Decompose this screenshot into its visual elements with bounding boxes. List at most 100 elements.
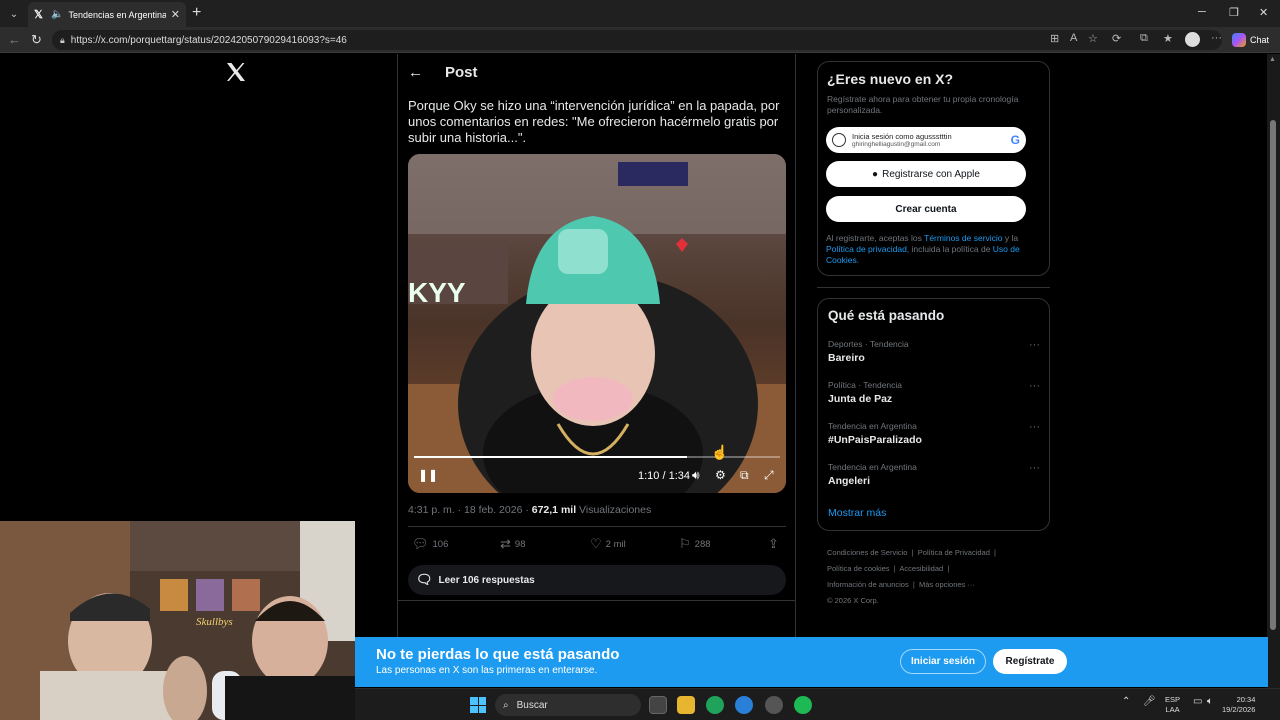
windows-start-icon[interactable] xyxy=(470,697,486,713)
windows-taskbar: ⌕ Buscar ⌃ 🎤︎ ESP LAA ▭ 🔈︎ 20:34 19/2/20… xyxy=(355,688,1280,720)
tray-chevron-icon[interactable]: ⌃ xyxy=(1122,696,1130,707)
scrollbar-thumb[interactable] xyxy=(1270,120,1276,630)
app-icon[interactable]: ⊞ xyxy=(1050,32,1059,45)
back-icon[interactable]: ← xyxy=(8,32,21,47)
more-menu-icon[interactable]: ··· xyxy=(1211,32,1222,44)
browser-tab[interactable]: 𝕏 🔈 Tendencias en Argentina en X ✕ xyxy=(28,2,186,27)
footer-terms-link[interactable]: Condiciones de Servicio xyxy=(827,548,907,557)
repost-icon: ⇄ xyxy=(500,536,511,551)
volume-tray-icon[interactable]: 🔈︎ xyxy=(1207,696,1213,707)
extensions-icon[interactable]: ⧉ xyxy=(1140,32,1148,45)
new-tab-icon[interactable]: + xyxy=(192,4,201,22)
tab-close-icon[interactable]: ✕ xyxy=(171,8,180,21)
signup-button[interactable]: Regístrate xyxy=(993,649,1067,674)
show-more-link[interactable]: Mostrar más xyxy=(828,507,886,519)
back-arrow-icon[interactable]: ← xyxy=(408,64,423,81)
lang-top: ESP xyxy=(1165,695,1181,704)
trend-item[interactable]: Deportes · Tendencia Bareiro ··· xyxy=(828,339,1040,364)
edge-icon[interactable] xyxy=(706,696,724,714)
read-aloud-icon[interactable]: A xyxy=(1070,32,1077,44)
google-signin-button[interactable]: Inicia sesión como agussstttin ghiringhe… xyxy=(826,127,1026,153)
reply-button[interactable]: 💬︎ 106 xyxy=(412,536,448,552)
login-button[interactable]: Iniciar sesión xyxy=(900,649,986,674)
taskbar-search-label: Buscar xyxy=(516,699,548,711)
language-indicator[interactable]: ESP LAA xyxy=(1165,695,1180,715)
footer-accessibility-link[interactable]: Accesibilidad xyxy=(899,564,943,573)
clock[interactable]: 20:34 19/2/2026 xyxy=(1222,695,1255,715)
edge-active-icon[interactable] xyxy=(735,696,753,714)
terms-link[interactable]: Términos de servicio xyxy=(924,233,1002,243)
fullscreen-icon[interactable]: ⤢ xyxy=(764,468,774,483)
footer-ads-link[interactable]: Información de anuncios xyxy=(827,580,909,589)
more-options-icon[interactable]: ··· xyxy=(1029,462,1040,474)
divider xyxy=(398,600,795,601)
url-field[interactable]: 🔒︎ https://x.com/porquettarg/status/2024… xyxy=(52,30,1222,50)
microphone-icon[interactable]: 🎤︎ xyxy=(1143,696,1156,707)
spotify-icon[interactable] xyxy=(794,696,812,714)
like-button[interactable]: ♡ 2 mil xyxy=(590,536,626,552)
file-explorer-icon[interactable] xyxy=(677,696,695,714)
create-account-button[interactable]: Crear cuenta xyxy=(826,196,1026,222)
trend-name: #UnPaisParalizado xyxy=(828,434,922,446)
google-account-email: ghiringhelliagustin@gmail.com xyxy=(852,140,941,148)
close-window-icon[interactable]: ✕ xyxy=(1259,6,1268,19)
divider xyxy=(817,287,1050,288)
post-meta: 4:31 p. m. · 18 feb. 2026 · 672,1 mil Vi… xyxy=(408,504,651,516)
scroll-up-icon[interactable]: ▲ xyxy=(1269,56,1276,63)
settings-gear-icon[interactable]: ⚙ xyxy=(715,468,726,482)
more-options-icon[interactable]: ··· xyxy=(1029,339,1040,351)
favorite-star-icon[interactable]: ☆ xyxy=(1088,32,1098,45)
clock-date: 19/2/2026 xyxy=(1222,705,1256,714)
footer-more-link[interactable]: Más opciones ··· xyxy=(919,580,975,589)
task-view-icon[interactable] xyxy=(649,696,667,714)
trend-category: Tendencia en Argentina xyxy=(828,462,917,472)
tab-title: Tendencias en Argentina en X xyxy=(68,9,166,20)
copilot-chat-button[interactable]: Chat xyxy=(1232,31,1269,49)
refresh-extension-icon[interactable]: ⟳ xyxy=(1112,32,1121,45)
google-account-name: Inicia sesión como agussstttin xyxy=(852,131,952,141)
app-icon[interactable] xyxy=(765,696,783,714)
repost-count: 98 xyxy=(514,538,526,550)
video-progress-fill xyxy=(414,456,687,458)
mouse-cursor-icon: ☝ xyxy=(711,444,729,460)
chat-label: Chat xyxy=(1250,35,1270,45)
pause-icon[interactable]: ❚❚ xyxy=(418,468,438,482)
search-icon: ⌕ xyxy=(503,699,509,711)
reload-icon[interactable]: ↻ xyxy=(31,32,42,48)
read-replies-button[interactable]: 🗨︎ Leer 106 respuestas xyxy=(408,565,786,595)
bookmark-button[interactable]: ⚐ 288 xyxy=(679,536,711,552)
footer-privacy-link[interactable]: Política de Privacidad xyxy=(918,548,990,557)
url-text: https://x.com/porquettarg/status/2024205… xyxy=(70,34,347,46)
privacy-link[interactable]: Política de privacidad xyxy=(826,244,907,254)
heart-icon: ♡ xyxy=(590,536,602,551)
favorites-icon[interactable]: ★ xyxy=(1163,32,1173,45)
network-icon[interactable]: ▭ xyxy=(1193,696,1202,707)
reply-icon: 💬︎ xyxy=(412,536,429,551)
volume-icon[interactable]: 🔊︎ xyxy=(692,468,700,483)
video-player[interactable]: KYY ❚❚ 1:10 / 1:34 🔊︎ ⚙ ⧉ ⤢ ☝ xyxy=(408,154,786,493)
pip-icon[interactable]: ⧉ xyxy=(740,468,749,483)
repost-button[interactable]: ⇄ 98 xyxy=(500,536,525,552)
post-timestamp[interactable]: 4:31 p. m. · 18 feb. 2026 · xyxy=(408,504,532,516)
footer-cookies-link[interactable]: Política de cookies xyxy=(827,564,890,573)
browser-tab-bar: ⌄ 𝕏 🔈 Tendencias en Argentina en X ✕ + ─… xyxy=(0,0,1280,27)
tab-list-chevron-icon[interactable]: ⌄ xyxy=(4,4,24,24)
bookmark-icon: ⚐ xyxy=(679,536,691,551)
legal-text: Al registrarte, aceptas los Términos de … xyxy=(826,233,1041,266)
minimize-icon[interactable]: ─ xyxy=(1198,6,1206,18)
speaker-icon[interactable]: 🔈 xyxy=(51,9,63,20)
taskbar-search[interactable]: ⌕ Buscar xyxy=(495,694,641,716)
restore-icon[interactable]: ❐ xyxy=(1229,6,1239,19)
x-favicon-icon: 𝕏 xyxy=(34,8,43,21)
more-options-icon[interactable]: ··· xyxy=(1029,421,1040,433)
profile-avatar[interactable] xyxy=(1185,32,1200,47)
trend-item[interactable]: Tendencia en Argentina Angeleri ··· xyxy=(828,462,1040,487)
more-options-icon[interactable]: ··· xyxy=(1029,380,1040,392)
video-time: 1:10 / 1:34 xyxy=(638,470,690,482)
share-button[interactable]: ⇪ xyxy=(768,536,779,552)
x-logo-icon[interactable] xyxy=(224,60,248,84)
trend-item[interactable]: Política · Tendencia Junta de Paz ··· xyxy=(828,380,1040,405)
webcam-feed: Skullbys xyxy=(0,521,355,720)
apple-signup-button[interactable]: ● Registrarse con Apple xyxy=(826,161,1026,187)
trend-item[interactable]: Tendencia en Argentina #UnPaisParalizado… xyxy=(828,421,1040,446)
